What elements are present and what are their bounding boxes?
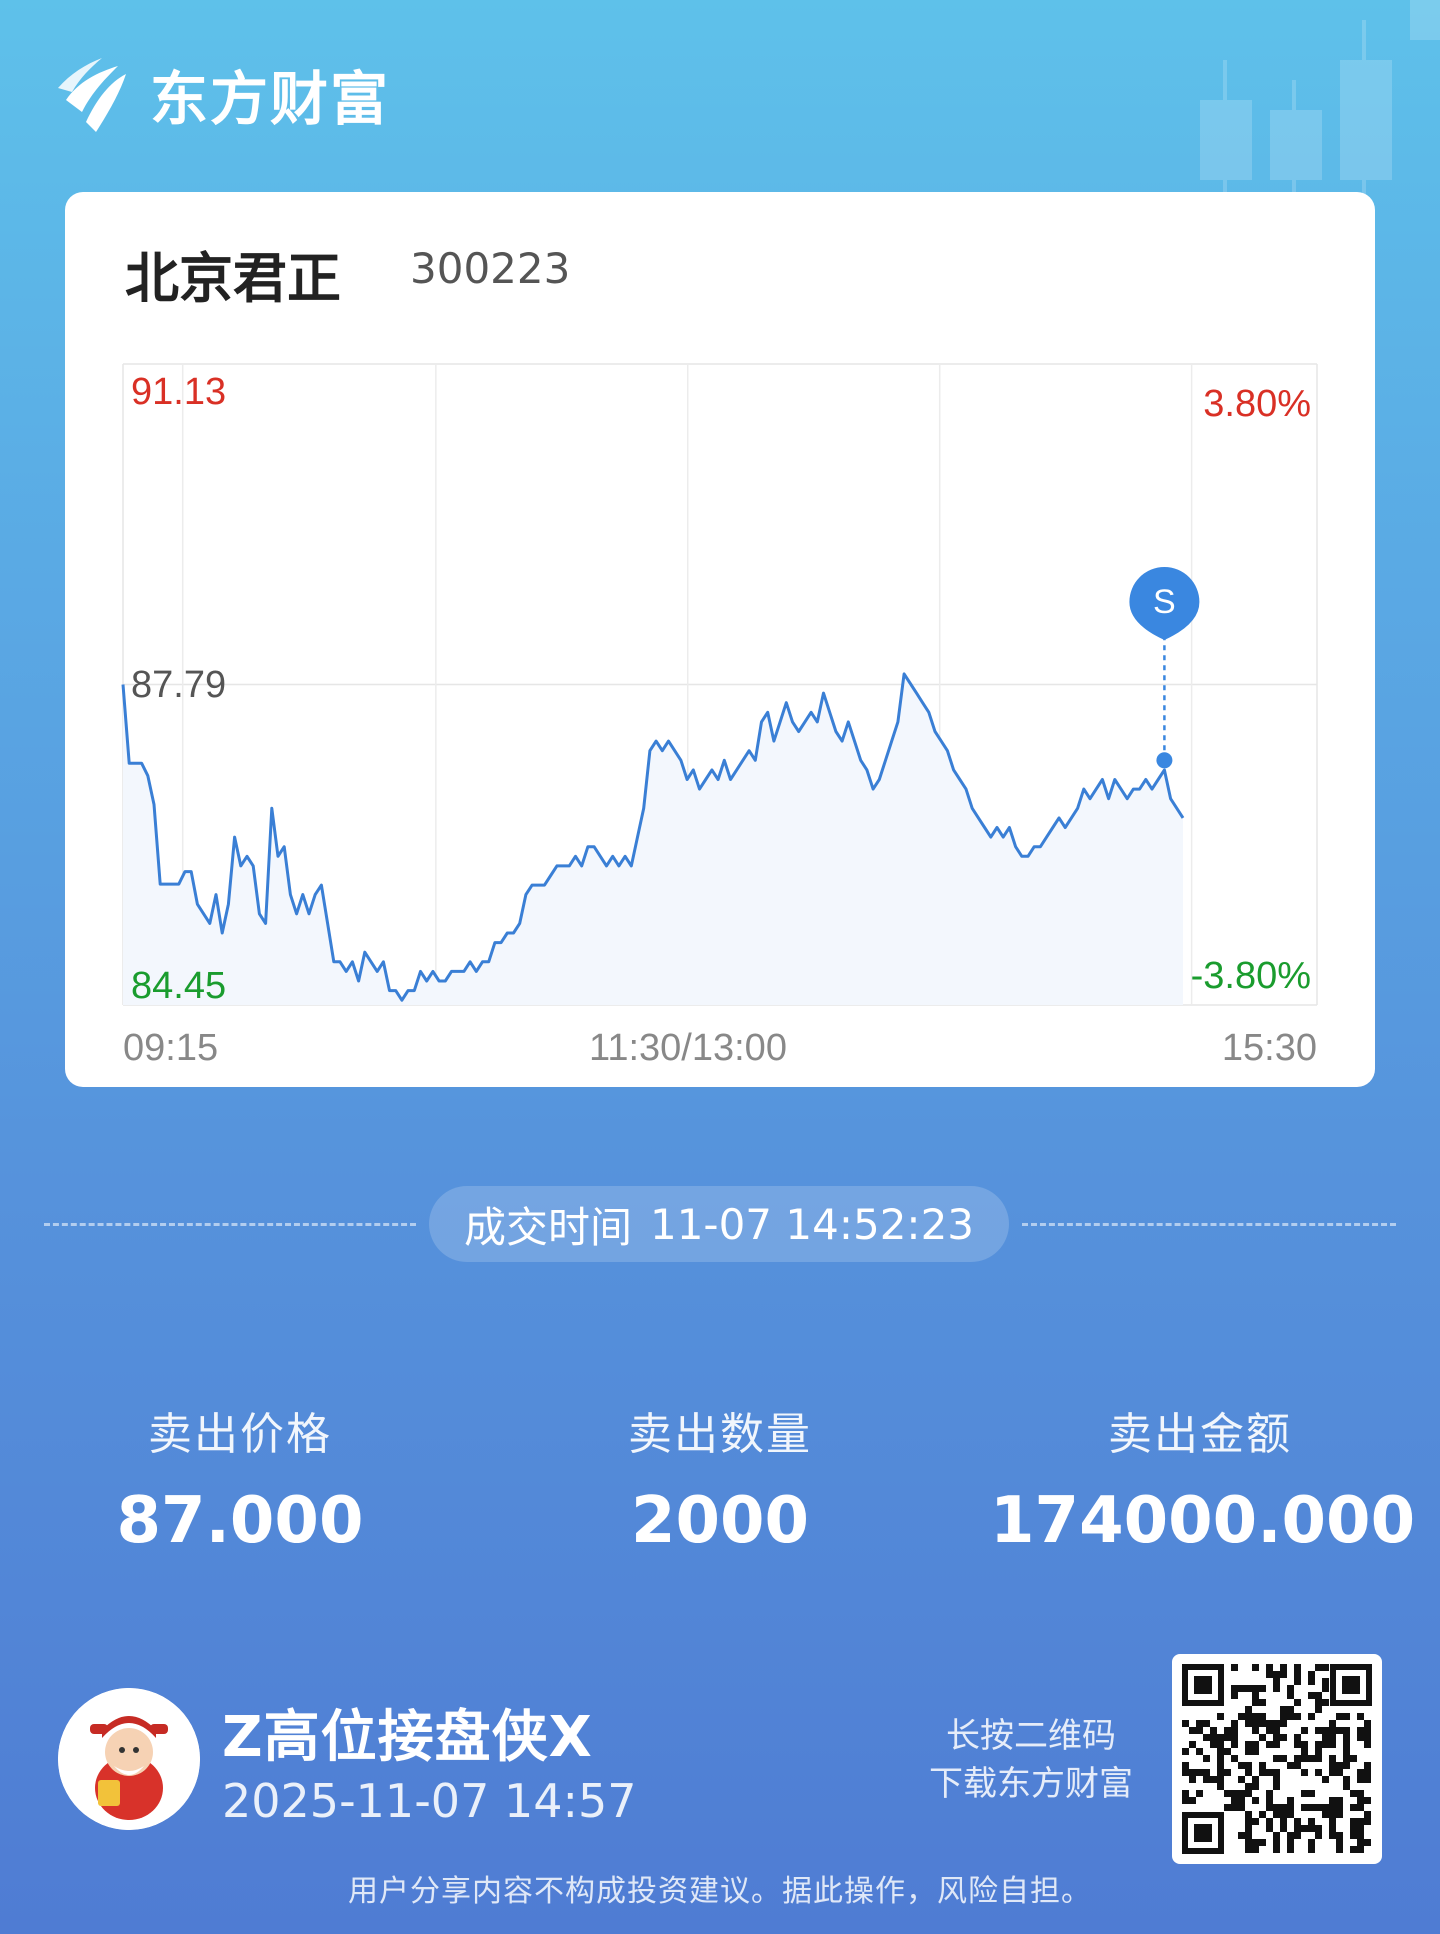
stat-label: 卖出数量	[628, 1409, 812, 1460]
stat-label: 卖出价格	[148, 1409, 332, 1460]
disclaimer: 用户分享内容不构成投资建议。据此操作，风险自担。	[348, 1874, 1092, 1909]
qr-hint: 长按二维码 下载东方财富	[920, 1712, 1142, 1808]
x-tick-open: 09:15	[123, 1027, 218, 1069]
user-name[interactable]: Z高位接盘侠X	[222, 1692, 593, 1773]
background-candles-decoration	[1200, 0, 1440, 210]
stat-sell-quantity: 卖出数量 2000	[510, 1398, 930, 1558]
pct-min-label: -3.80%	[1191, 955, 1311, 997]
stat-label: 卖出金额	[1108, 1409, 1292, 1460]
stat-sell-amount: 卖出金额 174000.000	[990, 1398, 1416, 1558]
sell-marker-dot	[1156, 752, 1173, 769]
pct-max-label: 3.80%	[1203, 383, 1311, 425]
qr-hint-line1: 长按二维码	[946, 1716, 1116, 1756]
stat-value: 2000	[630, 1484, 810, 1558]
stock-chart-card: 北京君正 300223 S 91.13 87.79 84.45 3.80% -3…	[65, 192, 1375, 1087]
trade-time-badge: 成交时间 11-07 14:52:23	[429, 1186, 1009, 1262]
divider-right	[1022, 1223, 1396, 1226]
y-max-label: 91.13	[131, 371, 226, 413]
trade-time-row: 成交时间 11-07 14:52:23	[0, 1186, 1440, 1262]
x-tick-close: 15:30	[1222, 1027, 1317, 1069]
stat-value: 174000.000	[990, 1484, 1416, 1558]
stat-value: 87.000	[116, 1484, 364, 1558]
qr-hint-line2: 下载东方财富	[929, 1764, 1133, 1804]
y-min-label: 84.45	[131, 965, 226, 1007]
intraday-chart[interactable]: S 91.13 87.79 84.45 3.80% -3.80% 09:15 1…	[65, 192, 1375, 1087]
eastmoney-logo-icon	[58, 58, 126, 132]
sell-marker-label: S	[1153, 583, 1176, 621]
brand-name: 东方财富	[150, 65, 391, 133]
trade-time-label: 成交时间	[463, 1202, 632, 1252]
brand-header: 东方财富	[56, 52, 390, 136]
stat-sell-price: 卖出价格 87.000	[30, 1398, 450, 1558]
qr-code-icon[interactable]	[1172, 1654, 1382, 1864]
sell-marker-pin[interactable]: S	[1129, 566, 1200, 640]
divider-left	[44, 1223, 416, 1226]
x-tick-midday: 11:30/13:00	[589, 1027, 787, 1069]
fortune-god-avatar-icon[interactable]	[58, 1688, 200, 1830]
trade-time-value: 11-07 14:52:23	[649, 1199, 975, 1249]
y-mid-label: 87.79	[131, 664, 226, 706]
price-area-fill	[123, 673, 1183, 1005]
post-time: 2025-11-07 14:57	[222, 1774, 637, 1828]
